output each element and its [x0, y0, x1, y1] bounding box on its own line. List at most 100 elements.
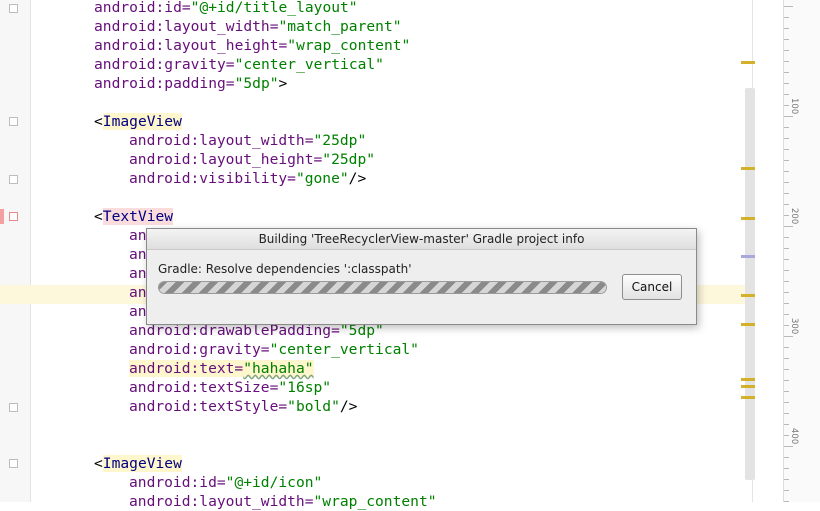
- code-token: "@+id/icon": [225, 474, 323, 491]
- code-line[interactable]: android:layout_height="25dp": [129, 150, 375, 169]
- warning-stripe[interactable]: [741, 217, 755, 220]
- code-token: <: [94, 208, 103, 225]
- ruler-tick: [784, 413, 789, 414]
- code-line[interactable]: android:layout_width="25dp": [129, 131, 366, 150]
- code-line[interactable]: android:layout_height="wrap_content": [94, 36, 410, 55]
- code-line[interactable]: android:padding="5dp">: [94, 74, 287, 93]
- code-token: android:id=: [129, 474, 226, 491]
- ruler-tick: [784, 402, 789, 403]
- ruler-tick: [784, 259, 789, 260]
- ruler-tick: [784, 226, 793, 227]
- code-line[interactable]: android:textStyle="bold"/>: [129, 397, 357, 416]
- code-token: an: [129, 227, 147, 244]
- code-token: android:padding=: [94, 75, 235, 92]
- ruler-tick: [784, 424, 789, 425]
- code-token: android:id=: [94, 0, 191, 16]
- ruler-tick: [784, 83, 789, 84]
- fold-marker[interactable]: [9, 117, 18, 126]
- info-stripe[interactable]: [741, 255, 755, 258]
- code-token: "bold": [287, 398, 340, 415]
- fold-marker-error[interactable]: [9, 212, 18, 221]
- code-token: android:textSize=: [129, 379, 279, 396]
- code-line[interactable]: an: [129, 245, 147, 264]
- code-token: android:layout_height=: [94, 37, 288, 54]
- fold-marker[interactable]: [9, 4, 18, 13]
- fold-marker[interactable]: [9, 459, 18, 468]
- code-token: TextView: [102, 208, 174, 225]
- code-token: />: [348, 170, 367, 187]
- ruler-tick: [784, 347, 789, 348]
- code-line[interactable]: android:layout_width="match_parent": [94, 17, 402, 36]
- ruler-tick: [784, 61, 789, 62]
- code-token: android:text=: [129, 360, 244, 377]
- code-line[interactable]: android:textSize="16sp": [129, 378, 331, 397]
- code-token: >: [278, 75, 288, 92]
- ruler-tick: [784, 94, 789, 95]
- warning-stripe[interactable]: [741, 385, 755, 388]
- code-line[interactable]: <TextView: [94, 207, 174, 226]
- ruler-label: 400: [789, 428, 799, 445]
- gutter-divider: [30, 0, 31, 502]
- code-token: "25dp": [313, 132, 367, 149]
- ruler-tick: [784, 17, 789, 18]
- editor-scrollbar-thumb[interactable]: [745, 88, 755, 480]
- code-line[interactable]: an: [129, 283, 147, 302]
- code-token: "hahaha": [243, 360, 314, 377]
- cancel-button[interactable]: Cancel: [622, 274, 682, 300]
- code-line[interactable]: <ImageView: [94, 454, 182, 473]
- code-token: an: [129, 265, 147, 282]
- code-token: an: [129, 246, 147, 263]
- code-line[interactable]: android:text="hahaha": [129, 359, 314, 378]
- ruler-tick: [784, 457, 789, 458]
- code-token: "16sp": [278, 379, 332, 396]
- code-line[interactable]: <ImageView: [94, 112, 182, 131]
- ruler-tick: [784, 446, 793, 447]
- editor-scrollbar-track[interactable]: [757, 0, 783, 502]
- warning-stripe[interactable]: [741, 378, 755, 381]
- warning-stripe[interactable]: [741, 167, 755, 170]
- vertical-ruler: 100 200 300 400: [783, 0, 820, 502]
- gradle-progress-dialog: Building 'TreeRecyclerView-master' Gradl…: [146, 228, 697, 325]
- code-line[interactable]: an: [129, 264, 147, 283]
- code-line[interactable]: android:id="@+id/title_layout": [94, 0, 358, 17]
- fold-marker[interactable]: [9, 403, 18, 412]
- warning-stripe[interactable]: [741, 294, 755, 297]
- ruler-label: 300: [789, 318, 799, 335]
- code-token: "match_parent": [278, 18, 402, 35]
- ruler-tick: [784, 182, 789, 183]
- ruler-tick: [784, 72, 789, 73]
- ruler-tick: [784, 380, 789, 381]
- warning-stripe[interactable]: [741, 396, 755, 399]
- code-line[interactable]: android:gravity="center_vertical": [94, 55, 384, 74]
- fold-marker[interactable]: [9, 175, 18, 184]
- code-token: "center_vertical": [234, 56, 384, 73]
- code-token: android:layout_width=: [129, 132, 314, 149]
- code-token: <: [94, 455, 103, 472]
- ruler-tick: [784, 468, 789, 469]
- ruler-tick: [784, 292, 789, 293]
- code-token: ImageView: [102, 113, 182, 130]
- ruler-tick: [784, 479, 789, 480]
- warning-stripe[interactable]: [741, 61, 755, 64]
- code-token: android:gravity=: [94, 56, 235, 73]
- ruler-tick: [784, 28, 789, 29]
- ruler-label: 100: [789, 98, 799, 115]
- code-token: "25dp": [322, 151, 376, 168]
- code-token: <: [94, 113, 103, 130]
- progress-fill: [159, 282, 606, 293]
- code-line[interactable]: an: [129, 302, 147, 321]
- code-line[interactable]: an: [129, 226, 147, 245]
- code-line[interactable]: android:id="@+id/icon": [129, 473, 322, 492]
- ruler-tick: [784, 391, 789, 392]
- ruler-tick: [784, 149, 789, 150]
- code-line[interactable]: android:visibility="gone"/>: [129, 169, 366, 188]
- code-token: "5dp": [234, 75, 279, 92]
- ruler-label: 200: [789, 208, 799, 225]
- code-token: android:layout_width=: [94, 18, 279, 35]
- warning-stripe[interactable]: [741, 323, 755, 326]
- code-token: android:visibility=: [129, 170, 296, 187]
- code-token: />: [339, 398, 358, 415]
- ruler-tick: [784, 336, 793, 337]
- code-token: an: [129, 284, 147, 301]
- code-line[interactable]: android:gravity="center_vertical": [129, 340, 419, 359]
